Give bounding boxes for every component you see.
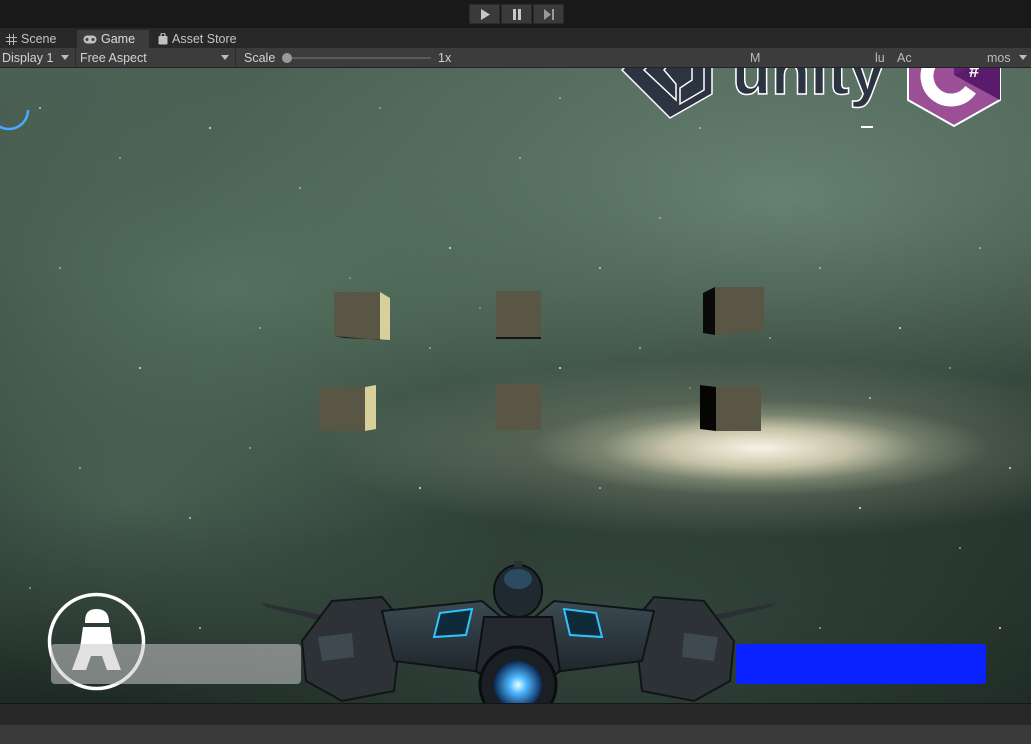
scale-slider-thumb[interactable]	[282, 53, 292, 63]
gizmos-toggle-fragment[interactable]: mos	[987, 51, 1011, 65]
game-viewport[interactable]: unity #	[0, 68, 1031, 703]
fire-button[interactable]	[736, 644, 986, 684]
tab-scene[interactable]: Scene	[0, 30, 74, 48]
play-button[interactable]	[469, 4, 500, 24]
gamepad-icon	[83, 35, 97, 44]
aspect-dropdown[interactable]: Free Aspect	[78, 48, 236, 68]
play-icon	[480, 8, 490, 20]
unity-editor: Scene Game Asset Store Display 1 Free As…	[0, 0, 1031, 744]
unity-logo: unity	[620, 68, 886, 119]
scale-slider-track[interactable]	[286, 57, 431, 59]
scale-value: 1x	[438, 51, 452, 65]
target-cube	[700, 385, 761, 431]
health-bar-left	[51, 644, 301, 684]
unity-wordmark: unity	[732, 68, 885, 108]
chevron-down-icon	[1019, 55, 1027, 60]
step-icon	[543, 8, 554, 20]
chevron-down-icon	[61, 55, 69, 60]
target-cube	[496, 291, 541, 339]
step-button[interactable]	[533, 4, 564, 24]
gizmo-circle-icon	[0, 110, 30, 131]
bag-icon	[158, 33, 168, 45]
grid-icon	[6, 33, 17, 45]
underline-mark	[861, 126, 873, 128]
gizmos-dropdown[interactable]	[1014, 48, 1031, 68]
player-spaceship	[262, 561, 774, 703]
bottom-panel-strip	[0, 703, 1031, 725]
csharp-sharp-sign: #	[969, 68, 979, 81]
csharp-logo: #	[907, 68, 1001, 128]
target-cube	[703, 287, 764, 335]
pause-button[interactable]	[501, 4, 532, 24]
aspect-dropdown-value: Free Aspect	[80, 51, 147, 65]
tab-asset-store[interactable]: Asset Store	[152, 30, 252, 48]
target-cube	[319, 385, 376, 431]
view-tabbar: Scene Game Asset Store	[0, 28, 1031, 48]
tab-game-label: Game	[101, 32, 136, 46]
scale-label: Scale	[244, 51, 276, 65]
game-toolbar: Display 1 Free Aspect Scale 1x M lu Ac m…	[0, 48, 1031, 68]
pause-icon	[512, 8, 521, 20]
maximize-toggle-fragment[interactable]: M	[750, 51, 760, 65]
target-cube	[334, 292, 390, 340]
stats-toggle-fragment[interactable]: Ac	[897, 51, 912, 65]
status-bar	[0, 725, 1031, 744]
play-toolbar	[0, 0, 1031, 28]
mute-toggle-fragment[interactable]: lu	[875, 51, 885, 65]
display-dropdown-value: Display 1	[2, 51, 54, 65]
tab-game[interactable]: Game	[77, 30, 149, 48]
play-controls	[469, 4, 564, 24]
tab-scene-label: Scene	[21, 32, 57, 46]
tab-asset-store-label: Asset Store	[172, 32, 237, 46]
display-dropdown[interactable]: Display 1	[0, 48, 76, 68]
chevron-down-icon	[221, 55, 229, 60]
target-cube	[496, 384, 541, 430]
